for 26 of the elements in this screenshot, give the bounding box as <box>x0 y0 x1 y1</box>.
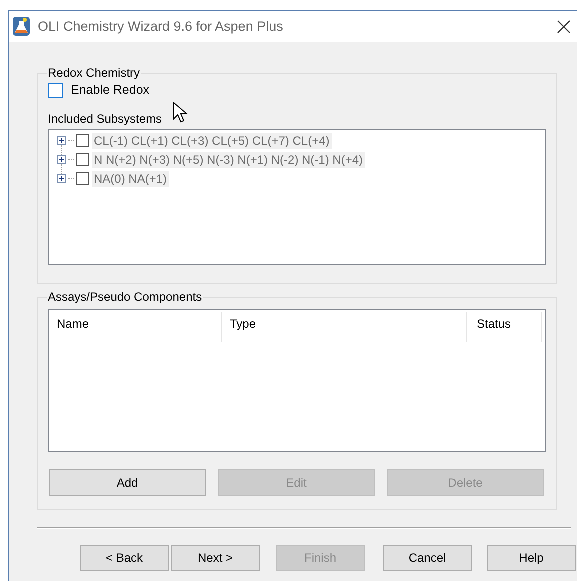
window-title: OLI Chemistry Wizard 9.6 for Aspen Plus <box>38 19 284 34</box>
subsystem-label: CL(-1) CL(+1) CL(+3) CL(+5) CL(+7) CL(+4) <box>92 132 332 148</box>
checkbox[interactable] <box>76 134 89 147</box>
close-icon[interactable] <box>557 20 571 34</box>
column-header[interactable]: Name <box>49 312 222 342</box>
checkbox[interactable] <box>48 82 63 98</box>
checkbox-label: Enable Redox <box>71 83 150 97</box>
wizard-button[interactable]: Next > <box>171 545 260 571</box>
checkbox[interactable] <box>76 153 89 166</box>
expand-icon[interactable] <box>57 136 66 145</box>
checkbox[interactable] <box>76 172 89 185</box>
assay-button[interactable]: Add <box>49 469 206 496</box>
app-icon <box>13 17 30 36</box>
expand-icon[interactable] <box>57 155 66 164</box>
section-label: Included Subsystems <box>48 112 162 126</box>
wizard-button[interactable]: Cancel <box>383 545 472 571</box>
column-header[interactable]: Type <box>222 312 467 342</box>
expand-icon[interactable] <box>57 174 66 183</box>
cursor-icon <box>173 102 188 124</box>
wizard-button[interactable]: < Back <box>80 545 169 571</box>
wizard-button[interactable]: Help <box>487 545 576 571</box>
group-title: Assays/Pseudo Components <box>47 290 204 304</box>
group-title: Redox Chemistry <box>47 66 142 80</box>
subsystem-label: NA(0) NA(+1) <box>92 170 170 186</box>
subsystem-label: N N(+2) N(+3) N(+5) N(-3) N(+1) N(-2) N(-1) N(+4) <box>92 152 366 168</box>
column-header[interactable]: Status <box>467 312 542 342</box>
